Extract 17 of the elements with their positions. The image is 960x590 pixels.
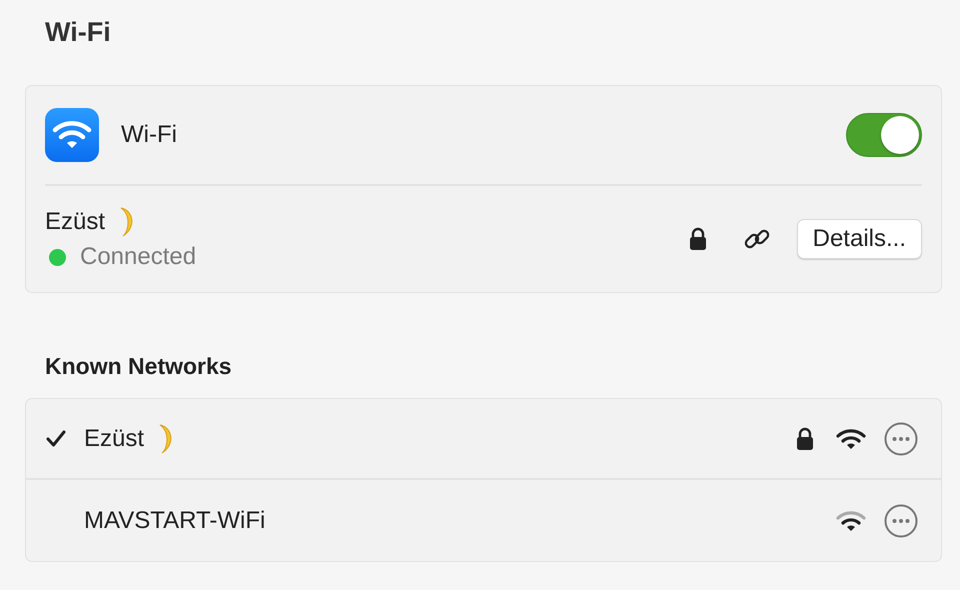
lock-icon bbox=[688, 227, 707, 251]
lock-icon bbox=[796, 426, 814, 450]
wifi-signal-icon bbox=[836, 428, 866, 450]
wifi-signal-icon bbox=[836, 510, 866, 532]
network-name: Ezüst bbox=[45, 208, 106, 236]
section-heading: Known Networks bbox=[45, 353, 233, 380]
connection-status: Connected bbox=[80, 243, 196, 271]
more-icon[interactable] bbox=[884, 422, 918, 456]
checkmark-icon bbox=[46, 430, 66, 448]
wifi-toggle[interactable] bbox=[846, 113, 922, 157]
wifi-app-icon bbox=[45, 108, 99, 162]
network-name[interactable]: MAVSTART-WiFi bbox=[84, 506, 266, 534]
more-icon[interactable] bbox=[884, 504, 918, 538]
page-title: Wi-Fi bbox=[45, 16, 112, 49]
wifi-label: Wi-Fi bbox=[121, 121, 177, 149]
details-button[interactable]: Details... bbox=[796, 219, 922, 259]
network-name[interactable]: Ezüst bbox=[84, 424, 144, 452]
